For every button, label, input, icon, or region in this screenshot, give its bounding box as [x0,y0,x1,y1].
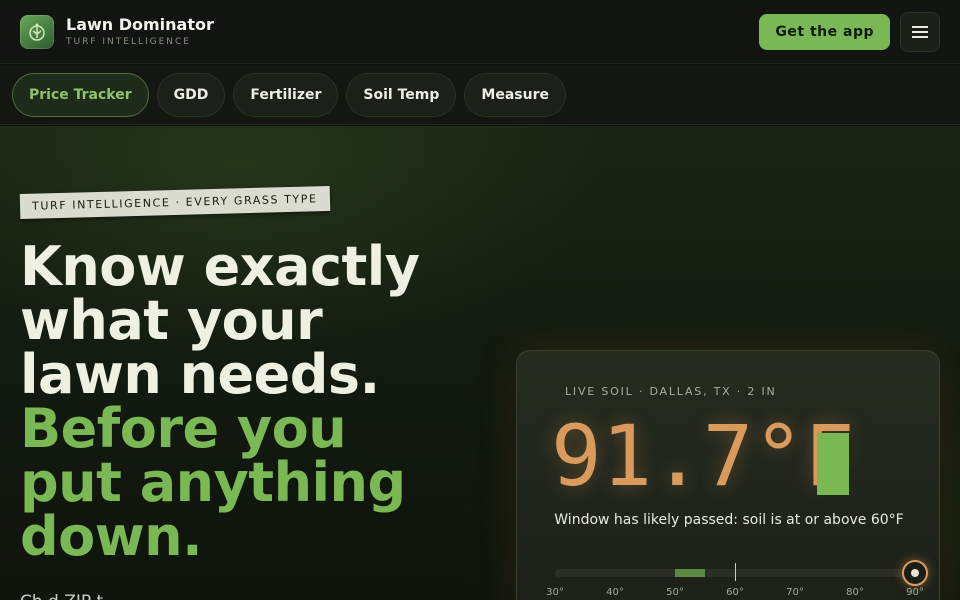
tab-fertilizer[interactable]: Fertilizer [233,72,339,117]
tab-gdd[interactable]: GDD [156,72,226,117]
headline-line: lawn needs. [20,343,380,406]
temperature-level-bar [817,433,849,495]
tab-measure[interactable]: Measure [464,72,566,117]
tab-soil-temp[interactable]: Soil Temp [346,72,457,117]
brand-name: Lawn Dominator [66,15,214,34]
eyebrow-badge: TURF INTELLIGENCE · EVERY GRASS TYPE [19,185,330,220]
lawn-logo-icon[interactable] [20,14,54,49]
hamburger-menu-icon [912,25,928,38]
scale-tick-label: 50° [666,587,684,598]
hero-headline: Know exactly what your lawn needs. Befor… [20,240,490,564]
window-status-message: Window has likely passed: soil is at or … [554,512,904,528]
headline-line-accent: down. [20,505,203,568]
temperature-scale-track [555,563,915,581]
tab-price-tracker[interactable]: Price Tracker [12,72,149,117]
application-window-range [675,569,705,577]
handle-dot [911,569,919,577]
headline-line-accent: Before you [20,397,347,460]
menu-button[interactable] [900,11,940,52]
threshold-marker [735,563,736,581]
brand: Lawn Dominator TURF INTELLIGENCE [66,15,214,48]
scale-tick-label: 40° [606,587,624,598]
scale-tick-label: 90° [906,587,924,598]
hero-section: TURF INTELLIGENCE · EVERY GRASS TYPE Kno… [0,126,960,600]
headline-line-accent: put anything [20,451,406,514]
headline-line: what your [20,289,323,352]
top-header: Lawn Dominator TURF INTELLIGENCE Get the… [0,0,960,64]
hero-subline: Ch d ZIP t [20,592,103,600]
scale-tick-label: 60° [726,587,744,598]
get-the-app-button[interactable]: Get the app [759,13,890,50]
brand-tagline: TURF INTELLIGENCE [66,37,191,47]
soil-location-label: LIVE SOIL · DALLAS, TX · 2 IN [565,385,777,398]
current-temperature-handle[interactable] [902,560,928,586]
scale-tick-label: 80° [846,587,864,598]
scale-tick-label: 70° [786,587,804,598]
tool-nav: Price Tracker GDD Fertilizer Soil Temp M… [0,65,960,125]
headline-line: Know exactly [20,235,420,298]
live-soil-card: LIVE SOIL · DALLAS, TX · 2 IN 91.7°F Win… [516,350,940,600]
scale-tick-label: 30° [546,587,564,598]
soil-temperature-readout: 91.7°F [551,407,855,505]
